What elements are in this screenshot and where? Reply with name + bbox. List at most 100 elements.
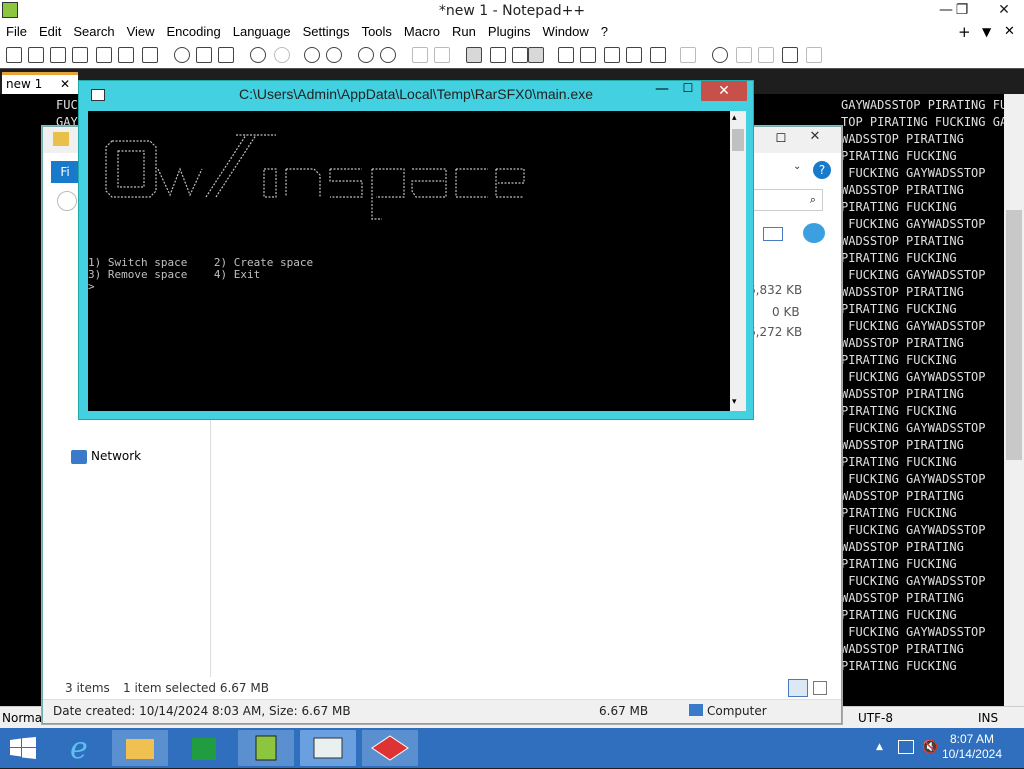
editor-line: FUCKING GAYWADSSTOP bbox=[848, 574, 986, 588]
console-taskbar-icon[interactable] bbox=[300, 730, 356, 766]
indent-guide-icon[interactable] bbox=[512, 47, 528, 63]
scrollbar-thumb[interactable] bbox=[1006, 210, 1022, 460]
sync-h-icon[interactable] bbox=[434, 47, 450, 63]
file-tab[interactable]: Fi bbox=[51, 161, 79, 183]
menu-tools[interactable]: Tools bbox=[356, 22, 398, 42]
menu-macro[interactable]: Macro bbox=[398, 22, 446, 42]
large-icons-view-icon[interactable] bbox=[813, 681, 827, 695]
editor-line-1: FUC bbox=[56, 98, 78, 112]
run-macro-multiple-icon[interactable] bbox=[782, 47, 798, 63]
start-windows-icon[interactable] bbox=[10, 737, 36, 759]
system-clock[interactable]: 8:07 AM 10/14/2024 bbox=[942, 732, 1002, 762]
undo-icon[interactable] bbox=[250, 47, 266, 63]
file-explorer-taskbar-icon[interactable] bbox=[112, 730, 168, 766]
console-scrollbar[interactable]: ▴ ▾ bbox=[730, 111, 746, 411]
details-created: Date created: 10/14/2024 8:03 AM, Size: … bbox=[53, 704, 351, 718]
redo-icon[interactable] bbox=[274, 47, 290, 63]
play-macro-icon[interactable] bbox=[758, 47, 774, 63]
console-close-button[interactable]: ✕ bbox=[701, 81, 747, 101]
editor-line: PIRATING FUCKING bbox=[841, 251, 957, 265]
menu-edit[interactable]: Edit bbox=[33, 22, 67, 42]
copy-icon[interactable] bbox=[196, 47, 212, 63]
help-icon[interactable]: ? bbox=[813, 161, 831, 179]
explorer-close-button[interactable]: ✕ bbox=[793, 129, 837, 149]
internet-explorer-icon[interactable]: e bbox=[54, 730, 110, 766]
network-tray-icon[interactable] bbox=[898, 740, 914, 754]
close-all-icon[interactable] bbox=[118, 47, 134, 63]
close-doc-icon[interactable]: ✕ bbox=[1004, 22, 1015, 42]
print-icon[interactable] bbox=[142, 47, 158, 63]
editor-line: WADSSTOP PIRATING bbox=[841, 234, 964, 248]
open-file-icon[interactable] bbox=[28, 47, 44, 63]
menu-encoding[interactable]: Encoding bbox=[161, 22, 227, 42]
user-lang-icon[interactable] bbox=[528, 47, 544, 63]
toolbar bbox=[0, 42, 1024, 68]
shell-icon[interactable] bbox=[803, 223, 825, 243]
cut-icon[interactable] bbox=[174, 47, 190, 63]
zoom-out-icon[interactable] bbox=[380, 47, 396, 63]
tab-close-icon[interactable]: ✕ bbox=[60, 75, 70, 93]
function-list-icon[interactable] bbox=[626, 47, 642, 63]
xml-tag-icon[interactable] bbox=[558, 47, 574, 63]
find-icon[interactable] bbox=[304, 47, 320, 63]
paste-icon[interactable] bbox=[218, 47, 234, 63]
editor-line: WADSSTOP PIRATING bbox=[841, 183, 964, 197]
show-all-chars-icon[interactable] bbox=[490, 47, 506, 63]
menu-run[interactable]: Run bbox=[446, 22, 482, 42]
view-icon[interactable] bbox=[763, 227, 783, 241]
notepadpp-taskbar-icon[interactable] bbox=[238, 730, 294, 766]
menu-search[interactable]: Search bbox=[67, 22, 120, 42]
winrar-taskbar-icon[interactable] bbox=[362, 730, 418, 766]
doc-list-icon[interactable] bbox=[604, 47, 620, 63]
editor-visible-text: GAYWADSSTOP PIRATING FUCKING TOP PIRATIN… bbox=[841, 98, 1024, 673]
clock-date: 10/14/2024 bbox=[941, 747, 1002, 761]
stop-macro-icon[interactable] bbox=[736, 47, 752, 63]
restore-button[interactable]: ❐ bbox=[948, 0, 976, 22]
tab-new1[interactable]: new 1 ✕ bbox=[2, 72, 78, 94]
doc-map-icon[interactable] bbox=[580, 47, 596, 63]
console-prompt[interactable]: > bbox=[88, 281, 730, 292]
volume-icon[interactable]: 🔇 bbox=[922, 740, 938, 755]
menu-plugins[interactable]: Plugins bbox=[482, 22, 537, 42]
console-maximize-button[interactable]: ☐ bbox=[677, 81, 699, 101]
replace-icon[interactable] bbox=[326, 47, 342, 63]
menu-help[interactable]: ? bbox=[595, 22, 614, 42]
record-macro-icon[interactable] bbox=[712, 47, 728, 63]
editor-line: WADSSTOP PIRATING bbox=[841, 438, 964, 452]
menu-settings[interactable]: Settings bbox=[297, 22, 356, 42]
ribbon-expand-icon[interactable]: ⌄ bbox=[793, 161, 801, 172]
show-hidden-icons[interactable]: ▲ bbox=[876, 742, 883, 752]
scroll-up-icon[interactable]: ▴ bbox=[732, 113, 737, 123]
dropdown-icon[interactable]: ▼ bbox=[982, 22, 991, 42]
console-scroll-thumb[interactable] bbox=[732, 129, 744, 151]
new-file-icon[interactable] bbox=[6, 47, 22, 63]
console-minimize-button[interactable]: — bbox=[651, 81, 673, 101]
menu-language[interactable]: Language bbox=[227, 22, 297, 42]
close-file-icon[interactable] bbox=[96, 47, 112, 63]
menu-view[interactable]: View bbox=[121, 22, 161, 42]
back-icon[interactable] bbox=[57, 191, 77, 211]
details-size: 6.67 MB bbox=[599, 704, 649, 718]
close-button[interactable]: ✕ bbox=[984, 0, 1024, 22]
editor-line: WADSSTOP PIRATING bbox=[841, 642, 964, 656]
zoom-in-icon[interactable] bbox=[358, 47, 374, 63]
console-output[interactable]: 1) Switch space 2) Create space 3) Remov… bbox=[88, 111, 730, 411]
save-icon[interactable] bbox=[50, 47, 66, 63]
nav-network[interactable]: Network bbox=[91, 449, 141, 463]
monitor-icon[interactable] bbox=[680, 47, 696, 63]
menu-window[interactable]: Window bbox=[537, 22, 595, 42]
add-tab-icon[interactable]: + bbox=[958, 22, 971, 42]
editor-line: FUCKING GAYWADSSTOP bbox=[848, 421, 986, 435]
details-view-icon[interactable] bbox=[788, 679, 808, 697]
word-wrap-icon[interactable] bbox=[466, 47, 482, 63]
sync-v-icon[interactable] bbox=[412, 47, 428, 63]
save-macro-icon[interactable] bbox=[806, 47, 822, 63]
folder-workspace-icon[interactable] bbox=[650, 47, 666, 63]
save-all-icon[interactable] bbox=[72, 47, 88, 63]
store-icon[interactable] bbox=[176, 730, 232, 766]
menu-file[interactable]: File bbox=[0, 22, 33, 42]
selection-info: 1 item selected 6.67 MB bbox=[123, 681, 269, 695]
editor-line: FUCKING GAYWADSSTOP bbox=[848, 472, 986, 486]
scroll-down-icon[interactable]: ▾ bbox=[732, 397, 737, 407]
status-ins: INS bbox=[978, 711, 999, 725]
